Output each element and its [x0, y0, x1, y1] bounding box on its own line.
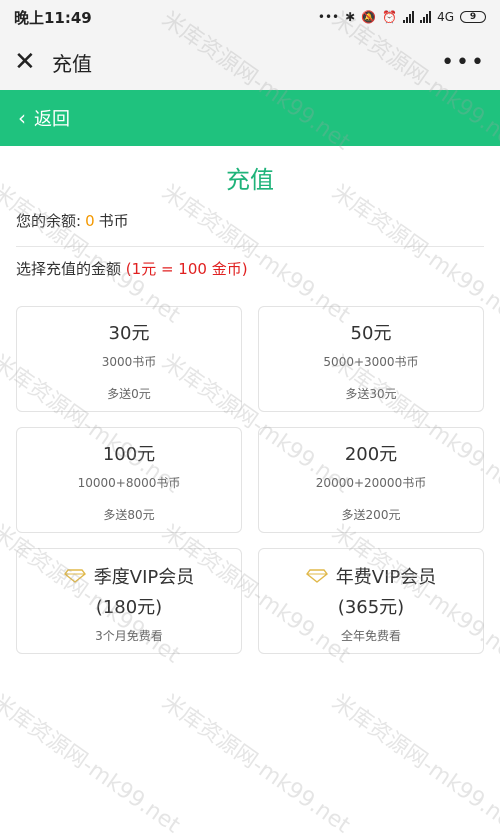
option-card-30[interactable]: 30元 3000书币 多送0元	[16, 306, 242, 412]
battery-level: 9	[469, 12, 477, 22]
option-price: 100元	[102, 444, 156, 465]
vip-title-row: 季度VIP会员	[17, 563, 241, 589]
option-coins: 3000书币	[101, 355, 157, 369]
vip-card-quarterly[interactable]: 季度VIP会员 (180元) 3个月免费看	[16, 548, 242, 654]
option-coins: 10000+8000书币	[77, 476, 181, 490]
option-price: 200元	[344, 444, 398, 465]
divider	[16, 246, 484, 247]
vip-price: (180元)	[95, 597, 163, 618]
more-menu-icon[interactable]: •••	[441, 50, 486, 75]
nav-bar: ‹ 返回	[0, 90, 500, 146]
vip-note: 全年免费看	[340, 629, 401, 643]
status-time: 晚上11:49	[14, 8, 92, 27]
option-bonus: 多送200元	[341, 508, 401, 522]
back-button[interactable]: ‹ 返回	[18, 105, 70, 131]
vip-title: 季度VIP会员	[93, 567, 195, 588]
vip-title-row: 年费VIP会员	[259, 563, 483, 589]
vip-title: 年费VIP会员	[335, 567, 437, 588]
balance-label: 您的余额:	[16, 212, 82, 230]
diamond-icon	[305, 569, 328, 583]
option-card-200[interactable]: 200元 20000+20000书币 多送200元	[258, 427, 484, 533]
exchange-rate: (1元 = 100 金币)	[125, 260, 248, 278]
signal-icon-2	[420, 11, 432, 23]
option-coins: 20000+20000书币	[315, 476, 427, 490]
option-bonus: 多送0元	[107, 387, 151, 401]
network-type: 4G	[437, 10, 454, 24]
app-bar-title: 充值	[52, 51, 92, 76]
option-bonus: 多送30元	[345, 387, 397, 401]
back-label: 返回	[34, 109, 70, 130]
more-dots-icon: •••	[317, 10, 340, 24]
mute-icon: 🔕	[361, 10, 377, 24]
watermark: 米库资源网-mk99.net	[157, 689, 355, 839]
vip-price: (365元)	[337, 597, 405, 618]
app-bar: ✕ 充值 •••	[0, 34, 500, 90]
vip-note: 3个月免费看	[95, 629, 163, 643]
choose-amount-row: 选择充值的金额 (1元 = 100 金币)	[16, 258, 248, 279]
balance-unit: 书币	[98, 212, 129, 230]
option-bonus: 多送80元	[103, 508, 155, 522]
balance-value: 0	[85, 212, 95, 230]
option-price: 50元	[350, 323, 392, 344]
watermark: 米库资源网-mk99.net	[0, 689, 185, 839]
option-card-100[interactable]: 100元 10000+8000书币 多送80元	[16, 427, 242, 533]
signal-icon	[403, 11, 415, 23]
close-icon[interactable]: ✕	[14, 49, 44, 75]
vip-card-yearly[interactable]: 年费VIP会员 (365元) 全年免费看	[258, 548, 484, 654]
page-title: 充值	[226, 166, 274, 194]
balance-row: 您的余额: 0 书币	[16, 210, 129, 231]
choose-label: 选择充值的金额	[16, 260, 122, 278]
option-coins: 5000+3000书币	[323, 355, 419, 369]
option-card-50[interactable]: 50元 5000+3000书币 多送30元	[258, 306, 484, 412]
battery-icon: 9	[460, 11, 486, 23]
bluetooth-icon: ✱	[345, 10, 356, 24]
diamond-icon	[63, 569, 86, 583]
watermark: 米库资源网-mk99.net	[327, 689, 500, 839]
chevron-left-icon: ‹	[18, 106, 26, 130]
option-price: 30元	[108, 323, 150, 344]
status-icons: ••• ✱ 🔕 ⏰ 4G 9	[318, 10, 486, 24]
status-bar: 晚上11:49 ••• ✱ 🔕 ⏰ 4G 9	[0, 0, 500, 34]
alarm-icon: ⏰	[382, 10, 398, 24]
